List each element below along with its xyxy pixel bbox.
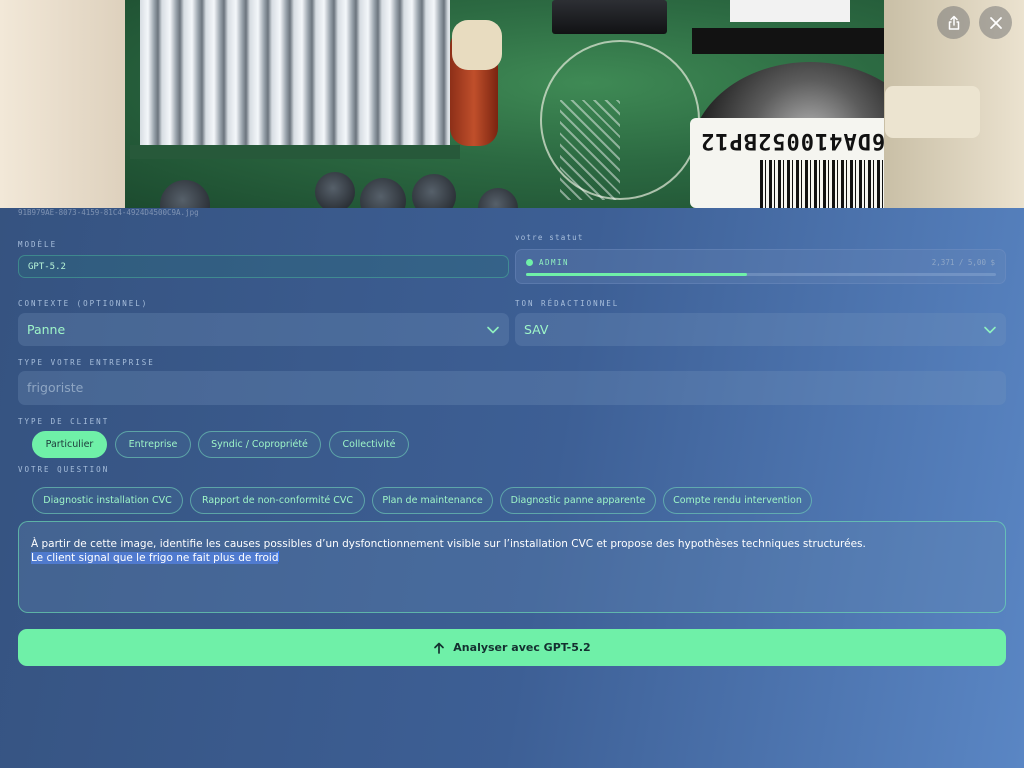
client-chip-particulier[interactable]: Particulier <box>32 431 107 458</box>
model-field[interactable]: GPT-5.2 <box>18 255 509 278</box>
question-line-2: Le client signal que le frigo ne fait pl… <box>31 551 280 564</box>
company-type-label: TYPE VOTRE ENTREPRISE <box>18 358 155 367</box>
share-icon <box>948 15 959 30</box>
uploaded-photo: 06DA410052BP12 <box>0 0 1024 208</box>
company-type-input[interactable]: frigoriste <box>18 371 1006 405</box>
status-quota: 2,371 / 5,00 $ <box>931 258 995 267</box>
close-button[interactable] <box>979 6 1012 39</box>
analyze-button[interactable]: Analyser avec GPT-5.2 <box>18 629 1006 666</box>
component-label-text: 06DA410052BP12 <box>700 128 900 153</box>
question-label: VOTRE QUESTION <box>18 465 110 474</box>
quota-progress <box>526 273 996 276</box>
status-label: votre statut <box>515 233 584 242</box>
client-type-label: TYPE DE CLIENT <box>18 417 110 426</box>
question-textarea[interactable]: À partir de cette image, identifie les c… <box>18 521 1006 613</box>
tone-select-value: SAV <box>524 322 549 337</box>
client-chip-entreprise[interactable]: Entreprise <box>115 431 191 458</box>
quota-progress-fill <box>526 273 747 276</box>
tone-select[interactable]: SAV <box>515 313 1006 346</box>
share-button[interactable] <box>937 6 970 39</box>
tone-label: TON RÉDACTIONNEL <box>515 299 620 308</box>
context-select-value: Panne <box>27 322 66 337</box>
chevron-down-icon <box>984 326 996 334</box>
arrow-up-icon <box>434 642 445 654</box>
context-select[interactable]: Panne <box>18 313 509 346</box>
context-label: CONTEXTE (optionnel) <box>18 299 149 308</box>
preset-diagnostic-installation[interactable]: Diagnostic installation CVC <box>32 487 183 514</box>
status-role: ADMIN <box>539 258 570 267</box>
client-chip-collectivite[interactable]: Collectivité <box>329 431 409 458</box>
status-dot <box>526 259 533 266</box>
chevron-down-icon <box>487 326 499 334</box>
preset-plan-maintenance[interactable]: Plan de maintenance <box>372 487 493 514</box>
analyze-button-label: Analyser avec GPT-5.2 <box>453 641 591 654</box>
client-chip-syndic[interactable]: Syndic / Copropriété <box>198 431 321 458</box>
question-line-1: À partir de cette image, identifie les c… <box>31 538 866 550</box>
status-panel: ADMIN 2,371 / 5,00 $ <box>515 249 1006 284</box>
image-filename: 91B979AE-8073-4159-81C4-4924D4500C9A.jpg <box>18 208 199 217</box>
preset-rapport-non-conformite[interactable]: Rapport de non-conformité CVC <box>190 487 365 514</box>
text-caret <box>278 551 280 562</box>
close-icon <box>989 16 1002 29</box>
preset-compte-rendu[interactable]: Compte rendu intervention <box>663 487 812 514</box>
preset-diagnostic-panne[interactable]: Diagnostic panne apparente <box>500 487 656 514</box>
heatsink <box>140 0 450 150</box>
model-label: MODÈLE <box>18 240 58 249</box>
